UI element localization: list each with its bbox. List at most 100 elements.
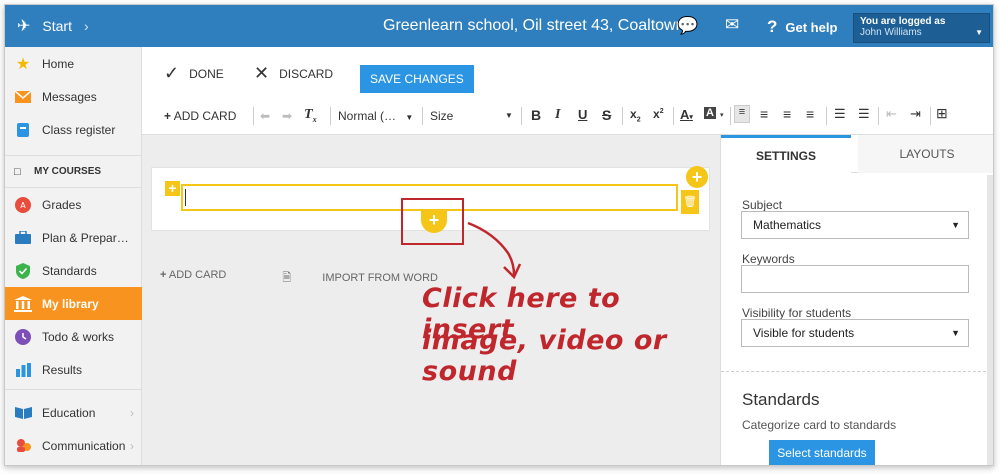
sidebar-item-label: Education <box>42 405 96 420</box>
start-label: Start <box>42 18 72 34</box>
table-icon[interactable]: ⊞ <box>936 105 948 122</box>
formatting-toolbar: + ADD CARD ⬅ ➡ Tx Normal (… ▼ Size ▼ B I… <box>142 97 993 135</box>
add-card-button[interactable]: + ADD CARD <box>164 109 236 123</box>
sidebar-item-label: Plan & Prepar… <box>42 230 129 245</box>
sidebar-item-label: Messages <box>42 89 97 104</box>
superscript-icon[interactable]: x2 <box>653 107 664 121</box>
done-button[interactable]: ✓ DONE <box>164 63 224 84</box>
caret-down-icon: ▼ <box>975 28 983 37</box>
sidebar-item-my-library[interactable]: My library <box>5 287 142 320</box>
sidebar-item-results[interactable]: Results <box>5 353 142 386</box>
folder-icon: □ <box>14 165 21 178</box>
sidebar: ★ Home Messages Class register □ MY COUR… <box>5 47 142 465</box>
align-center-icon[interactable]: ≡ <box>760 106 768 122</box>
question-icon: ? <box>767 17 778 36</box>
sidebar-item-communication[interactable]: Communication › <box>5 429 142 462</box>
caret-down-icon: ▼ <box>951 328 960 338</box>
clock-icon <box>14 328 32 345</box>
sidebar-item-education[interactable]: Education › <box>5 396 142 429</box>
envelope-icon <box>14 89 32 105</box>
divider <box>622 107 623 125</box>
standards-title: Standards <box>742 390 820 409</box>
sidebar-divider <box>5 389 142 390</box>
close-icon: ✕ <box>254 63 270 83</box>
divider <box>422 107 423 125</box>
redo-icon[interactable]: ➡ <box>282 109 292 123</box>
sidebar-item-label: Grades <box>42 197 82 212</box>
subscript-icon[interactable]: x2 <box>630 107 641 123</box>
import-label: IMPORT FROM WORD <box>322 272 438 284</box>
discard-button[interactable]: ✕ DISCARD <box>254 63 333 84</box>
start-menu-button[interactable]: ✈ Start › <box>5 5 141 47</box>
chat-icon[interactable]: 💬 <box>677 16 698 36</box>
ordered-list-icon[interactable]: ☰ <box>834 106 846 122</box>
subject-select[interactable]: Mathematics ▼ <box>741 211 969 239</box>
style-select[interactable]: Normal (… ▼ <box>338 109 413 123</box>
user-menu[interactable]: You are logged as John Williams ▼ <box>853 13 990 43</box>
keywords-input[interactable] <box>741 265 969 293</box>
plus-icon: + <box>164 109 172 123</box>
school-title: Greenlearn school, Oil street 43, Coalto… <box>383 17 685 34</box>
trash-icon[interactable]: 🗑 <box>681 190 699 214</box>
select-standards-button[interactable]: Select standards <box>769 440 875 465</box>
chevron-right-icon: › <box>130 438 134 453</box>
help-label: Get help <box>785 19 838 35</box>
visibility-value: Visible for students <box>753 326 855 340</box>
chevron-right-icon: › <box>83 18 89 34</box>
sidebar-item-plan[interactable]: Plan & Prepar… <box>5 221 142 254</box>
mail-icon[interactable]: ✉ <box>725 15 739 35</box>
clear-format-icon[interactable]: Tx <box>304 107 317 124</box>
text-color-icon[interactable]: A▾ <box>680 107 693 122</box>
caret-down-icon[interactable]: ▼ <box>505 111 513 120</box>
book-icon <box>14 405 32 421</box>
divider <box>673 107 674 125</box>
indent-icon[interactable]: ⇥ <box>910 106 921 122</box>
keywords-label: Keywords <box>742 252 795 266</box>
outdent-icon[interactable]: ⇤ <box>886 106 897 122</box>
people-icon <box>14 438 32 454</box>
check-icon: ✓ <box>164 63 180 83</box>
underline-icon[interactable]: U <box>578 107 587 122</box>
align-justify-icon[interactable]: ≡ <box>806 106 814 122</box>
card-editor-area: + 🗑 + + + ADD CARD 🗎 IMPORT FROM WORD Cl… <box>142 135 720 465</box>
editor-actions: ✓ DONE ✕ DISCARD SAVE CHANGES <box>142 47 993 97</box>
caret-down-icon: ▾ <box>720 112 724 119</box>
highlight-color-icon[interactable]: A <box>704 107 716 119</box>
sidebar-item-standards[interactable]: Standards <box>5 254 142 287</box>
undo-icon[interactable]: ⬅ <box>260 109 270 123</box>
size-select[interactable]: Size <box>430 109 453 123</box>
help-button[interactable]: ? Get help <box>767 17 837 37</box>
sidebar-item-messages[interactable]: Messages <box>5 80 142 113</box>
sidebar-item-grades[interactable]: A Grades <box>5 188 142 221</box>
align-right-icon[interactable]: ≡ <box>783 106 791 122</box>
done-label: DONE <box>189 66 224 81</box>
add-block-left-icon[interactable]: + <box>165 181 180 196</box>
panel-scrollbar[interactable] <box>987 175 993 465</box>
sidebar-item-todo[interactable]: Todo & works <box>5 320 142 353</box>
bold-icon[interactable]: B <box>531 107 541 123</box>
align-left-icon[interactable]: ≡ <box>734 105 750 123</box>
divider <box>826 107 827 125</box>
star-icon: ★ <box>15 55 31 73</box>
heading-label: MY COURSES <box>34 166 102 177</box>
svg-text:A: A <box>20 201 26 210</box>
strikethrough-icon[interactable]: S <box>602 107 611 123</box>
bar-chart-icon <box>14 362 32 378</box>
tab-settings[interactable]: SETTINGS <box>721 135 851 173</box>
divider <box>521 107 522 125</box>
shield-check-icon <box>14 262 32 279</box>
divider <box>253 107 254 125</box>
tab-layouts[interactable]: LAYOUTS <box>858 135 993 173</box>
add-card-circle-icon[interactable]: + <box>686 166 708 188</box>
sidebar-item-home[interactable]: ★ Home <box>5 47 142 80</box>
sidebar-item-label: Todo & works <box>42 329 115 344</box>
visibility-select[interactable]: Visible for students ▼ <box>741 319 969 347</box>
plus-icon: + <box>160 269 167 281</box>
chevron-right-icon: › <box>130 405 134 420</box>
save-changes-button[interactable]: SAVE CHANGES <box>360 65 474 93</box>
sidebar-item-class-register[interactable]: Class register <box>5 113 142 146</box>
sidebar-item-label: Class register <box>42 122 116 137</box>
italic-icon[interactable]: I <box>555 107 560 123</box>
add-card-link[interactable]: + ADD CARD <box>160 269 254 288</box>
bullet-list-icon[interactable]: ☰ <box>858 106 870 122</box>
